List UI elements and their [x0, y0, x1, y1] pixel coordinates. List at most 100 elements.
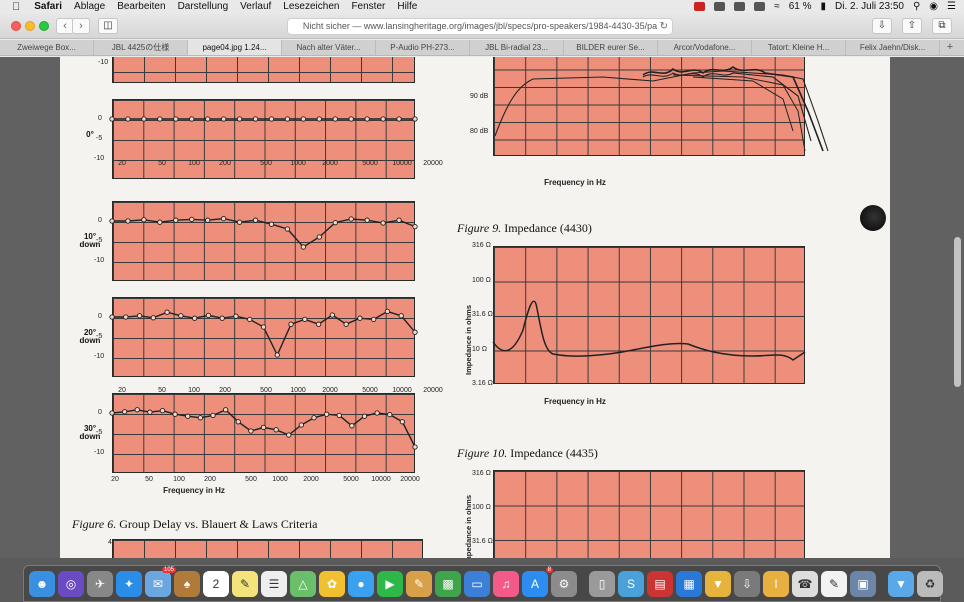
polar-point: [189, 216, 195, 223]
document-page: -10 Frequency in Hz Figure 6. Group Dela…: [60, 57, 890, 558]
numbers-icon[interactable]: ▩: [435, 570, 461, 597]
tab-p-audio[interactable]: P-Audio PH-273...: [376, 40, 470, 55]
app-store-icon[interactable]: A8: [522, 566, 553, 597]
folder-app-icon[interactable]: ▼: [705, 570, 731, 597]
trash-icon[interactable]: ♻: [917, 570, 943, 597]
impedance-4430-x-tick: 1000: [290, 387, 306, 394]
facetime-icon[interactable]: ▶: [377, 570, 403, 597]
close-window-button[interactable]: [11, 21, 21, 31]
polar-point: [236, 219, 243, 225]
polar-y-tick: 0: [98, 115, 102, 122]
battery-icon[interactable]: ▮: [821, 1, 827, 12]
downloads-icon[interactable]: ⇩: [872, 18, 892, 34]
tab-tatort[interactable]: Tatort: Kleine H...: [752, 40, 846, 55]
polar-y-tick: -10: [94, 353, 105, 360]
impedance-4430-x-tick: 20: [118, 387, 126, 394]
impedance-4430-x-tick: 200: [219, 387, 231, 394]
wifi-icon[interactable]: ≈: [774, 1, 780, 12]
tab-nach-alter[interactable]: Nach alter Väter...: [282, 40, 376, 55]
address-bar[interactable]: Nicht sicher — www.lansingheritage.org/i…: [287, 18, 673, 35]
tool-app-icon[interactable]: ☎: [792, 570, 818, 597]
response-x-tick: 100: [188, 160, 200, 167]
downloads-folder-icon[interactable]: ▼: [888, 570, 914, 597]
polar-point: [384, 308, 391, 315]
keynote-icon[interactable]: ▭: [464, 570, 490, 597]
status-app-icon[interactable]: [714, 2, 726, 11]
share-icon[interactable]: ⇧: [902, 18, 922, 34]
tab-overview-icon[interactable]: ⧉: [932, 18, 952, 34]
apple-menu-icon[interactable]: : [12, 1, 20, 13]
shield-app-icon[interactable]: S: [618, 570, 644, 597]
tab-zweiwege[interactable]: Zweiwege Box...: [0, 40, 94, 55]
calendar-icon[interactable]: 2: [203, 570, 229, 597]
figure10-title: Impedance (4435): [510, 446, 598, 460]
contacts-icon[interactable]: ♠: [174, 570, 200, 597]
launchpad-icon[interactable]: ✈: [87, 570, 113, 597]
response-x-tick: 50: [158, 160, 166, 167]
audio-app-icon[interactable]: ▤: [647, 570, 673, 597]
polar-point: [268, 221, 275, 227]
notes-icon[interactable]: ✎: [232, 570, 258, 597]
library-app-icon[interactable]: I: [763, 570, 789, 597]
messages-icon[interactable]: ●: [348, 570, 374, 597]
polar-point: [300, 116, 307, 122]
siri-icon[interactable]: ◎: [58, 570, 84, 597]
polar-side-label-1: 10° down: [78, 233, 102, 249]
textedit-icon[interactable]: ✎: [821, 570, 847, 597]
windows-app-icon[interactable]: ▦: [676, 570, 702, 597]
sidebar-toggle-icon[interactable]: ◫: [98, 18, 118, 34]
music-icon[interactable]: ♫: [493, 570, 519, 597]
web-content[interactable]: -10 Frequency in Hz Figure 6. Group Dela…: [0, 57, 964, 558]
new-tab-button[interactable]: +: [940, 40, 960, 55]
shield-status-icon[interactable]: [734, 2, 746, 11]
notification-center-icon[interactable]: ☰: [947, 1, 956, 12]
reminders-icon[interactable]: ☰: [261, 570, 287, 597]
tab-page04[interactable]: page04.jpg 1.24...: [188, 40, 282, 55]
mail-icon[interactable]: ✉ 105: [145, 566, 176, 597]
vertical-scrollbar[interactable]: [954, 237, 961, 387]
polar-point: [247, 316, 253, 323]
preview-icon[interactable]: ▣: [850, 570, 876, 597]
menu-bearbeiten[interactable]: Bearbeiten: [117, 1, 165, 12]
reload-icon[interactable]: ↻: [660, 19, 668, 34]
menu-verlauf[interactable]: Verlauf: [240, 1, 271, 12]
menu-darstellung[interactable]: Darstellung: [178, 1, 229, 12]
user-icon[interactable]: ◉: [929, 1, 938, 12]
clock[interactable]: Di. 2. Juli 23:50: [835, 1, 904, 12]
photos-icon[interactable]: ✿: [319, 570, 345, 597]
menu-hilfe[interactable]: Hilfe: [397, 1, 417, 12]
zoom-window-button[interactable]: [39, 21, 49, 31]
spotlight-icon[interactable]: ⚲: [913, 1, 920, 12]
bluetooth-icon[interactable]: [754, 2, 766, 11]
system-preferences-icon[interactable]: ⚙: [551, 570, 577, 597]
polar-point: [252, 116, 259, 122]
response-line: [692, 76, 794, 132]
maps-icon[interactable]: △: [290, 570, 316, 597]
tab-bilder[interactable]: BILDER eurer Se...: [564, 40, 658, 55]
polar-point: [123, 314, 129, 320]
pages-icon[interactable]: ✎: [406, 570, 432, 597]
menu-fenster[interactable]: Fenster: [351, 1, 385, 12]
safari-icon[interactable]: ✦: [116, 570, 142, 597]
forward-button[interactable]: ›: [72, 18, 90, 34]
figure6-caption: Figure 6. Group Delay vs. Blauert & Laws…: [72, 517, 318, 532]
tab-jbl-biradial[interactable]: JBL Bi-radial 23...: [470, 40, 564, 55]
polar-curve-0: [109, 116, 418, 122]
download-app-icon[interactable]: ⇩: [734, 570, 760, 597]
menu-lesezeichen[interactable]: Lesezeichen: [283, 1, 339, 12]
battery-percent[interactable]: 61 %: [789, 1, 812, 12]
finder-icon[interactable]: ☻: [29, 570, 55, 597]
tab-arcor[interactable]: Arcor/Vodafone...: [658, 40, 752, 55]
minimize-window-button[interactable]: [25, 21, 35, 31]
menu-ablage[interactable]: Ablage: [74, 1, 105, 12]
menu-app-safari[interactable]: Safari: [34, 1, 62, 12]
polar-point: [260, 324, 267, 330]
tab-felix-jaehn[interactable]: Felix Jaehn/Disk...: [846, 40, 940, 55]
document-icon[interactable]: ▯: [589, 570, 615, 597]
impedance-4430-x-tick: 10000: [392, 387, 412, 394]
status-indicator-icon[interactable]: [694, 2, 706, 11]
polar-point: [260, 424, 267, 431]
tab-jbl-4425[interactable]: JBL 4425の仕様: [94, 40, 188, 55]
polar-side-label-2: 20° down: [78, 329, 102, 345]
polar-point: [300, 244, 307, 250]
